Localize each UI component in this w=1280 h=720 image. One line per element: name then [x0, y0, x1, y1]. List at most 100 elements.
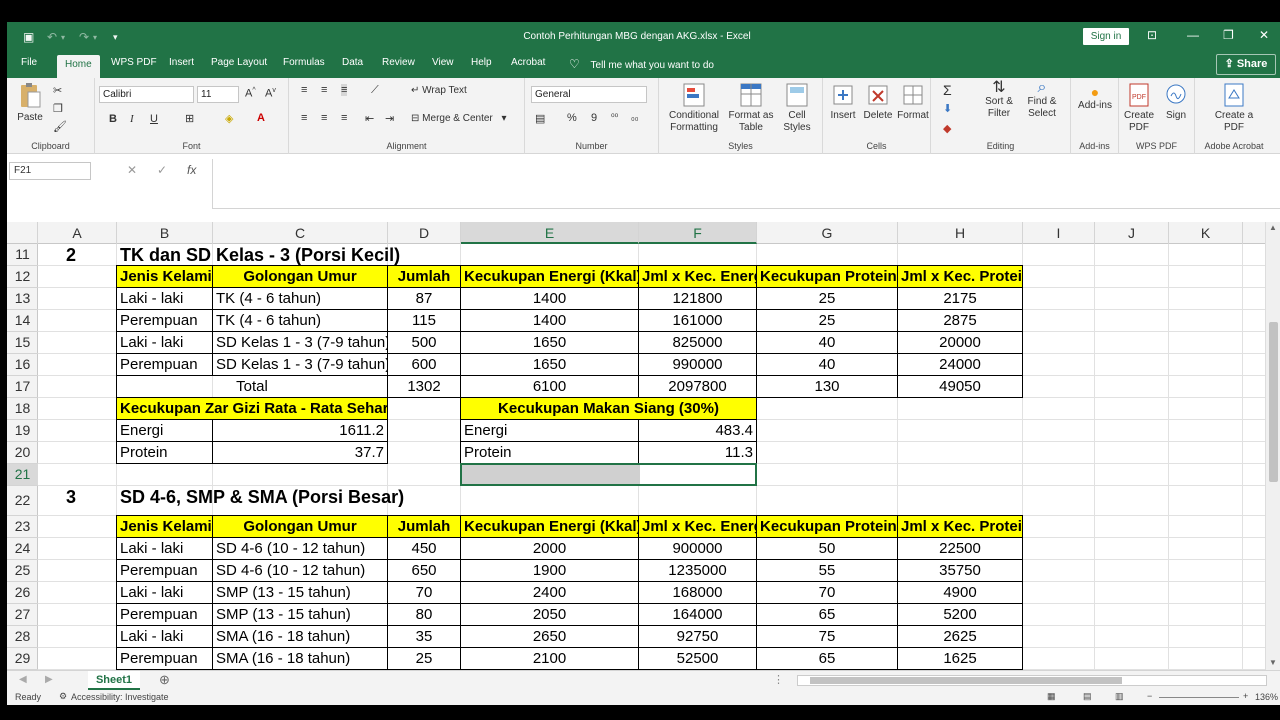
- undo-dropdown-icon[interactable]: ▾: [61, 33, 65, 42]
- tab-help[interactable]: Help: [463, 52, 500, 78]
- zoom-in-icon[interactable]: +: [1243, 691, 1248, 701]
- lunch-energi-value[interactable]: 483.4: [638, 419, 757, 442]
- row-header-22[interactable]: 22: [7, 486, 38, 516]
- increase-indent-icon[interactable]: ⇥: [385, 112, 394, 125]
- tab-home[interactable]: Home: [57, 55, 100, 78]
- table-header-cell[interactable]: Jenis Kelamin: [116, 265, 213, 288]
- selected-range[interactable]: [460, 463, 757, 486]
- table-cell[interactable]: 92750: [638, 625, 757, 648]
- column-header-h[interactable]: H: [898, 222, 1023, 244]
- table-header-cell[interactable]: Golongan Umur: [212, 515, 388, 538]
- table-cell[interactable]: 70: [387, 581, 461, 604]
- accessibility-status[interactable]: Accessibility: Investigate: [71, 692, 169, 702]
- share-button[interactable]: ⇪ Share: [1216, 54, 1276, 75]
- table-cell[interactable]: 5200: [897, 603, 1023, 626]
- orientation-icon[interactable]: ⟋: [371, 84, 379, 97]
- tab-data[interactable]: Data: [334, 52, 371, 78]
- tab-file[interactable]: File: [13, 52, 45, 78]
- table-cell[interactable]: 70: [756, 581, 898, 604]
- table-cell[interactable]: 1400: [460, 287, 639, 310]
- tab-formulas[interactable]: Formulas: [275, 52, 333, 78]
- page-break-view-icon[interactable]: ▥: [1115, 691, 1124, 702]
- increase-font-icon[interactable]: A^: [245, 87, 256, 100]
- row-header-11[interactable]: 11: [7, 244, 38, 266]
- tab-view[interactable]: View: [424, 52, 462, 78]
- customize-toolbar-icon[interactable]: ▾: [113, 32, 118, 43]
- row-header-14[interactable]: 14: [7, 310, 38, 332]
- table-cell[interactable]: 168000: [638, 581, 757, 604]
- row-header-29[interactable]: 29: [7, 648, 38, 670]
- number-format-select[interactable]: General: [531, 86, 647, 103]
- table-cell[interactable]: 40: [756, 331, 898, 354]
- cut-icon[interactable]: ✂: [53, 84, 62, 97]
- table-cell[interactable]: 87: [387, 287, 461, 310]
- table-cell[interactable]: 50: [756, 537, 898, 560]
- tell-me-search[interactable]: ♡ Tell me what you want to do: [569, 57, 714, 71]
- fill-color-icon[interactable]: ◈: [225, 112, 233, 125]
- total-energi[interactable]: 6100: [460, 375, 639, 398]
- total-jml-protein[interactable]: 49050: [897, 375, 1023, 398]
- format-cells-button[interactable]: Format: [897, 82, 929, 122]
- table-cell[interactable]: 2875: [897, 309, 1023, 332]
- section-3-number[interactable]: 3: [66, 487, 76, 508]
- save-icon[interactable]: ▣: [23, 30, 34, 44]
- section-3-title[interactable]: SD 4-6, SMP & SMA (Porsi Besar): [120, 487, 404, 508]
- tab-insert[interactable]: Insert: [161, 52, 202, 78]
- decrease-indent-icon[interactable]: ⇤: [365, 112, 374, 125]
- avg-protein-label[interactable]: Protein: [116, 441, 213, 464]
- table-cell[interactable]: Laki - laki: [116, 331, 213, 354]
- align-left-icon[interactable]: ≡: [301, 112, 307, 124]
- column-header-f[interactable]: F: [639, 222, 757, 244]
- font-size-select[interactable]: 11: [197, 86, 239, 103]
- horizontal-scroll-thumb[interactable]: [810, 677, 1122, 684]
- cell-styles-button[interactable]: Cell Styles: [777, 82, 817, 134]
- table-cell[interactable]: TK (4 - 6 tahun): [212, 309, 388, 332]
- table-cell[interactable]: Laki - laki: [116, 625, 213, 648]
- zoom-slider[interactable]: [1159, 697, 1239, 698]
- redo-icon[interactable]: ↷: [79, 30, 89, 44]
- table-cell[interactable]: Laki - laki: [116, 581, 213, 604]
- ribbon-display-icon[interactable]: ⊡: [1147, 28, 1157, 42]
- zoom-out-icon[interactable]: −: [1147, 691, 1152, 701]
- table-cell[interactable]: 25: [756, 287, 898, 310]
- italic-button[interactable]: I: [130, 113, 134, 125]
- table-cell[interactable]: 2050: [460, 603, 639, 626]
- table-cell[interactable]: 121800: [638, 287, 757, 310]
- row-header-13[interactable]: 13: [7, 288, 38, 310]
- table-cell[interactable]: Laki - laki: [116, 287, 213, 310]
- align-center-icon[interactable]: ≡: [321, 112, 327, 124]
- lunch-protein-label[interactable]: Protein: [460, 441, 639, 464]
- sign-in-button[interactable]: Sign in: [1083, 28, 1129, 45]
- formula-input[interactable]: [212, 159, 1280, 209]
- table-cell[interactable]: 164000: [638, 603, 757, 626]
- underline-button[interactable]: U: [150, 113, 158, 125]
- table-cell[interactable]: 80: [387, 603, 461, 626]
- row-header-15[interactable]: 15: [7, 332, 38, 354]
- table-cell[interactable]: 40: [756, 353, 898, 376]
- tab-page-layout[interactable]: Page Layout: [203, 52, 275, 78]
- undo-icon[interactable]: ↶: [47, 30, 57, 44]
- clear-icon[interactable]: ◆: [943, 122, 951, 135]
- align-middle-icon[interactable]: ≡: [321, 84, 327, 96]
- normal-view-icon[interactable]: ▦: [1047, 691, 1056, 702]
- table-cell[interactable]: SD Kelas 1 - 3 (7-9 tahun): [212, 353, 388, 376]
- cell-area[interactable]: 2 TK dan SD Kelas - 3 (Porsi Kecil) Jenis …: [38, 244, 1265, 670]
- table-cell[interactable]: 115: [387, 309, 461, 332]
- sheet-tab-sheet1[interactable]: Sheet1: [88, 671, 140, 690]
- decrease-decimal-icon[interactable]: ₀₀: [631, 112, 638, 122]
- table-cell[interactable]: SMP (13 - 15 tahun): [212, 603, 388, 626]
- table-cell[interactable]: Perempuan: [116, 647, 213, 670]
- format-as-table-button[interactable]: Format as Table: [727, 82, 775, 134]
- table-cell[interactable]: 25: [756, 309, 898, 332]
- table-cell[interactable]: 1650: [460, 331, 639, 354]
- table-cell[interactable]: 900000: [638, 537, 757, 560]
- row-header-26[interactable]: 26: [7, 582, 38, 604]
- total-jml-energi[interactable]: 2097800: [638, 375, 757, 398]
- table-cell[interactable]: 52500: [638, 647, 757, 670]
- sign-button[interactable]: Sign: [1161, 82, 1191, 122]
- total-label[interactable]: Total: [116, 375, 388, 398]
- column-header-k[interactable]: K: [1169, 222, 1243, 244]
- avg-energi-value[interactable]: 1611.2: [212, 419, 388, 442]
- accounting-icon[interactable]: ▤: [535, 112, 545, 125]
- tab-split-icon[interactable]: ⋮: [773, 673, 784, 686]
